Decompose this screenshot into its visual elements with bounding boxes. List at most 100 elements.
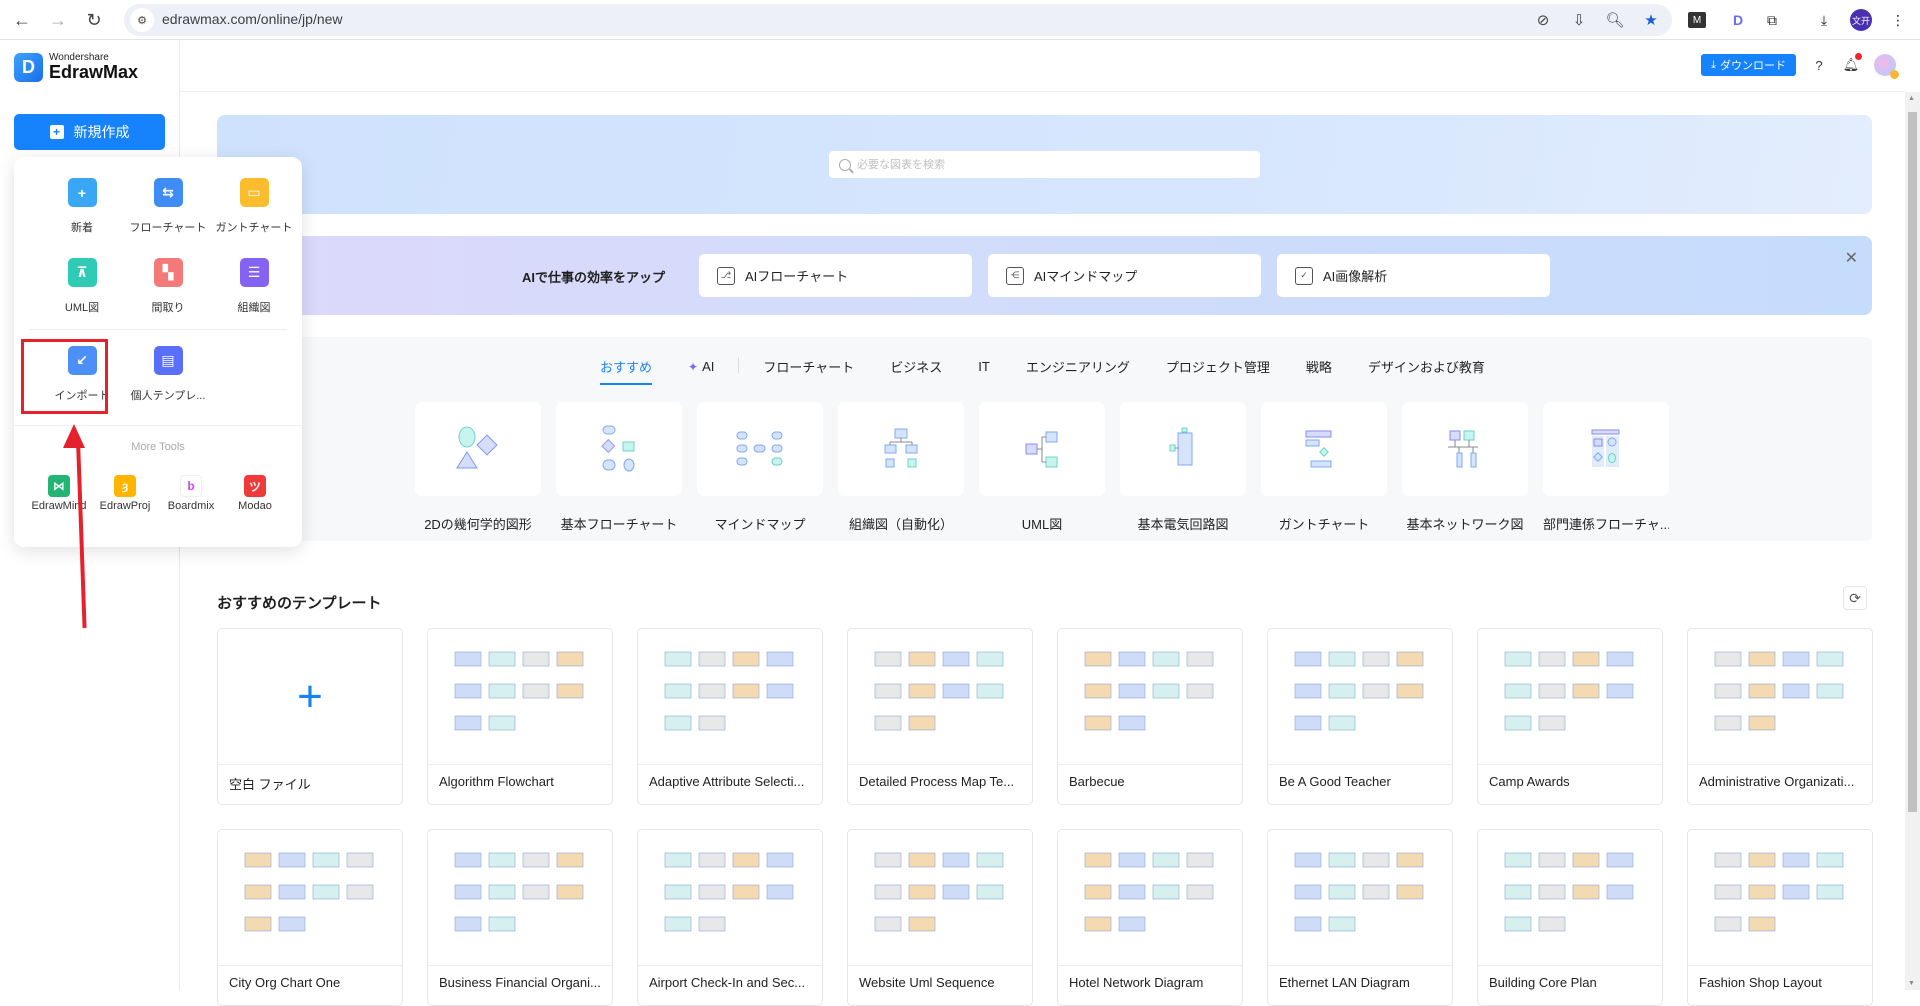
popup-item-personal-templates[interactable]: ▤ 個人テンプレ... xyxy=(123,346,213,403)
category-card-network[interactable]: 基本ネットワーク図 xyxy=(1402,402,1528,533)
extensions-puzzle-icon[interactable]: ⧉ xyxy=(1760,8,1784,32)
browser-menu-icon[interactable]: ⋮ xyxy=(1886,8,1910,32)
vip-badge-icon xyxy=(1890,70,1899,79)
thumbnail-shape xyxy=(244,916,272,931)
back-icon[interactable]: ← xyxy=(10,8,34,32)
ai-mindmap-icon: ⋲ xyxy=(1006,266,1024,285)
thumbnail-shape xyxy=(1186,884,1214,899)
tab-ai[interactable]: ✦ AI xyxy=(688,357,714,385)
flowchart-icon: ⇆ xyxy=(153,178,183,207)
thumbnail-shape xyxy=(1782,884,1810,899)
tool-edrawmind[interactable]: ⋈ EdrawMind xyxy=(24,475,94,512)
tab-recommended[interactable]: おすすめ xyxy=(600,357,653,385)
popup-item-flowchart[interactable]: ⇆ フローチャート xyxy=(123,178,213,235)
category-card-uml[interactable]: UML図 xyxy=(979,402,1105,533)
blank-file-card[interactable]: + 空白 ファイル xyxy=(217,628,403,805)
popup-item-floorplan[interactable]: ▚ 間取り xyxy=(123,258,213,315)
template-card[interactable]: Airport Check-In and Sec... xyxy=(637,829,823,1006)
category-card-cross-functional[interactable]: 部門連係フローチャ... xyxy=(1543,402,1669,533)
thumbnail-shape xyxy=(556,651,584,666)
thumbnail-shape xyxy=(1504,715,1532,730)
downloads-icon[interactable]: ⤓ xyxy=(1812,8,1836,32)
thumbnail-shape xyxy=(1152,884,1180,899)
category-card-basic-flowchart[interactable]: 基本フローチャート xyxy=(556,402,682,533)
category-card-2d-geometry[interactable]: 2Dの幾何学的図形 xyxy=(415,402,541,533)
site-settings-icon[interactable]: ⚙ xyxy=(130,8,154,32)
tab-design-education[interactable]: デザインおよび教育 xyxy=(1368,357,1485,385)
template-card[interactable]: Adaptive Attribute Selecti... xyxy=(637,628,823,805)
category-card-electrical[interactable]: 基本電気回路図 xyxy=(1120,402,1246,533)
reload-icon[interactable]: ↻ xyxy=(82,8,106,32)
tab-strategy[interactable]: 戦略 xyxy=(1306,357,1332,385)
ai-banner: AIで仕事の効率をアップ ⎇ AIフローチャート ⋲ AIマインドマップ ✓ A… xyxy=(217,236,1872,315)
tab-engineering[interactable]: エンジニアリング xyxy=(1026,357,1130,385)
template-card[interactable]: Be A Good Teacher xyxy=(1267,628,1453,805)
template-card[interactable]: Building Core Plan xyxy=(1477,829,1663,1006)
ai-image-analysis-card[interactable]: ✓ AI画像解析 xyxy=(1277,254,1550,297)
category-card-gantt[interactable]: ガントチャート xyxy=(1261,402,1387,533)
bookmark-star-icon[interactable]: ★ xyxy=(1640,9,1662,31)
scroll-down-icon[interactable]: ▼ xyxy=(1908,980,1915,987)
tab-it[interactable]: IT xyxy=(978,357,990,385)
thumbnail-shape xyxy=(1294,884,1322,899)
template-card[interactable]: Detailed Process Map Te... xyxy=(847,628,1033,805)
search-box[interactable] xyxy=(829,151,1260,178)
template-card[interactable]: Fashion Shop Layout xyxy=(1687,829,1873,1006)
template-card[interactable]: Administrative Organizati... xyxy=(1687,628,1873,805)
import-highlight-annotation xyxy=(21,339,108,414)
thumbnail-shape xyxy=(346,852,374,867)
popup-item-new[interactable]: + 新着 xyxy=(37,178,127,235)
tab-flowchart[interactable]: フローチャート xyxy=(763,357,854,385)
thumbnail-shape xyxy=(732,884,760,899)
template-card[interactable]: Hotel Network Diagram xyxy=(1057,829,1243,1006)
help-icon[interactable]: ? xyxy=(1810,56,1828,74)
download-button[interactable]: ⤓ ダウンロード xyxy=(1701,54,1796,76)
app-logo[interactable]: D Wondershare EdrawMax xyxy=(14,52,138,82)
scroll-up-icon[interactable]: ▲ xyxy=(1908,95,1915,102)
scrollbar-thumb[interactable] xyxy=(1908,112,1917,812)
thumbnail-shape xyxy=(664,683,692,698)
extension-d-icon[interactable]: D xyxy=(1726,8,1750,32)
new-create-button[interactable]: + 新規作成 xyxy=(14,114,165,150)
thumbnail-shape xyxy=(1606,884,1634,899)
tool-edrawproj[interactable]: ȝ EdrawProj xyxy=(90,475,160,512)
refresh-icon[interactable]: ⟳ xyxy=(1843,586,1867,610)
extension-m-icon[interactable]: M xyxy=(1688,12,1706,28)
page-scrollbar[interactable]: ▲ ▼ xyxy=(1905,92,1920,990)
tool-modao[interactable]: ツ Modao xyxy=(220,475,290,512)
search-input[interactable] xyxy=(857,158,1237,171)
address-bar[interactable]: ⚙ edrawmax.com/online/jp/new ⊘ ⇩ 🔍︎ ★ xyxy=(124,4,1672,36)
template-card[interactable]: City Org Chart One xyxy=(217,829,403,1006)
template-card[interactable]: Website Uml Sequence xyxy=(847,829,1033,1006)
thumbnail-shape xyxy=(1748,683,1776,698)
thumbnail-shape xyxy=(1816,651,1844,666)
popup-divider xyxy=(14,425,302,426)
tab-project-management[interactable]: プロジェクト管理 xyxy=(1166,357,1270,385)
thumbnail-shape xyxy=(1328,715,1356,730)
tab-business[interactable]: ビジネス xyxy=(890,357,942,385)
category-tabs: おすすめ ✦ AI フローチャート ビジネス IT エンジニアリング プロジェクト… xyxy=(600,357,1485,385)
ai-mindmap-card[interactable]: ⋲ AIマインドマップ xyxy=(988,254,1261,297)
template-card[interactable]: Ethernet LAN Diagram xyxy=(1267,829,1453,1006)
close-icon[interactable]: ✕ xyxy=(1845,248,1858,268)
category-card-mindmap[interactable]: マインドマップ xyxy=(697,402,823,533)
template-card[interactable]: Business Financial Organi... xyxy=(427,829,613,1006)
popup-item-uml[interactable]: ⊼ UML図 xyxy=(37,258,127,315)
install-app-icon[interactable]: ⇩ xyxy=(1568,9,1590,31)
ai-flowchart-card[interactable]: ⎇ AIフローチャート xyxy=(699,254,972,297)
forward-icon[interactable]: → xyxy=(46,8,70,32)
popup-item-gantt[interactable]: ▭ ガントチャート xyxy=(209,178,299,235)
tool-boardmix[interactable]: b Boardmix xyxy=(156,475,226,512)
profile-avatar[interactable]: 文开 xyxy=(1850,9,1872,31)
template-card[interactable]: Camp Awards xyxy=(1477,628,1663,805)
url-text[interactable]: edrawmax.com/online/jp/new xyxy=(162,11,343,27)
camera-off-icon[interactable]: ⊘ xyxy=(1532,9,1554,31)
popup-item-label: UML図 xyxy=(64,302,100,314)
template-card[interactable]: Algorithm Flowchart xyxy=(427,628,613,805)
template-card[interactable]: Barbecue xyxy=(1057,628,1243,805)
category-card-orgchart-auto[interactable]: 組織図（自動化） xyxy=(838,402,964,533)
notification-bell-icon[interactable]: 🔔︎ xyxy=(1842,53,1862,74)
popup-item-orgchart[interactable]: ☰ 組織図 xyxy=(209,258,299,315)
zoom-icon[interactable]: 🔍︎ xyxy=(1604,9,1626,31)
user-avatar[interactable] xyxy=(1874,54,1899,79)
